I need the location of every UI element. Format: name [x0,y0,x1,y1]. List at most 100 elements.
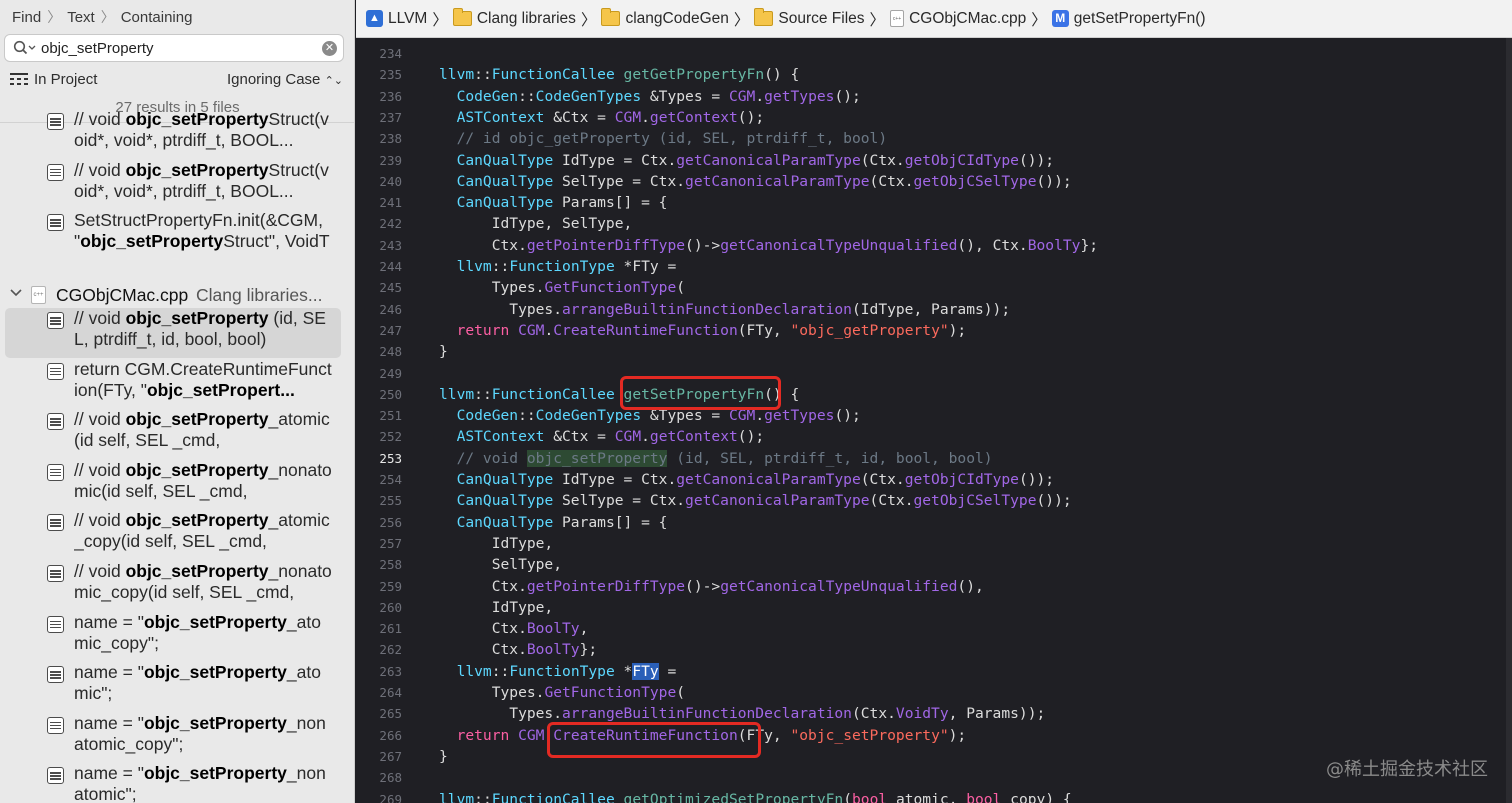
code-line[interactable]: 253 // void objc_setProperty (id, SEL, p… [356,448,1512,469]
result-match: objc_setProperty [143,712,287,733]
code-line[interactable]: 259 Ctx.getPointerDiffType()->getCanonic… [356,576,1512,597]
code-line[interactable]: 240 CanQualType SelType = Ctx.getCanonic… [356,171,1512,192]
code-line[interactable]: 246 Types.arrangeBuiltinFunctionDeclarat… [356,299,1512,320]
jump-bar-folder-clang-libraries[interactable]: Clang libraries [452,8,576,28]
jump-bar-folder-source-files[interactable]: Source Files [754,8,865,28]
code-line[interactable]: 263 llvm::FunctionType *FTy = [356,661,1512,682]
code-token: ( [843,790,852,803]
code-line[interactable]: 238 // id objc_getProperty (id, SEL, ptr… [356,128,1512,149]
search-result-text: name = "objc_setProperty_nonatomic_copy"… [74,713,334,759]
code-token: getGetPropertyFn [623,66,765,84]
code-line[interactable]: 248} [356,341,1512,362]
code-line[interactable]: 269 llvm::FunctionCallee getOptimizedSetP… [356,789,1512,803]
code-token: CGM [518,321,545,339]
code-line[interactable]: 258 SelType, [356,554,1512,575]
line-number: 237 [379,109,402,125]
scope-bar: In Project Ignoring Case ⌃⌄ [0,66,354,92]
code-line[interactable]: 243 Ctx.getPointerDiffType()->getCanonic… [356,235,1512,256]
code-line[interactable]: 244 llvm::FunctionType *FTy = [356,256,1512,277]
code-line[interactable]: 264 Types.GetFunctionType( [356,682,1512,703]
code-line[interactable]: 254 CanQualType IdType = Ctx.getCanonica… [356,469,1512,490]
code-token: CGM [518,726,545,744]
line-number: 264 [379,685,402,700]
scope-button[interactable]: In Project [34,71,97,88]
code-token: ()); [1036,492,1072,510]
code-line[interactable]: 266 return CGM.CreateRuntimeFunction(FTy… [356,725,1512,746]
search-result-item[interactable]: name = "objc_setProperty_nonatomic_copy"… [5,713,341,763]
code-line[interactable]: 242 IdType, SelType, [356,213,1512,234]
code-token: // id objc_getProperty (id, SEL, ptrdiff… [456,130,888,148]
code-token: ()); [1018,151,1055,169]
search-field[interactable]: ✕ [4,34,344,62]
code-line[interactable]: 255 CanQualType SelType = Ctx.getCanonic… [356,490,1512,511]
search-result-item[interactable]: return CGM.CreateRuntimeFunction(FTy, "o… [5,359,341,409]
clear-search-icon[interactable]: ✕ [322,41,337,56]
code-token: getObjCIdType [904,471,1019,488]
chevron-down-icon[interactable] [10,287,22,299]
code-line[interactable]: 249 [356,363,1512,384]
code-token: getPointerDiffType [526,236,686,254]
search-result-item[interactable]: // void objc_setProperty (id, SEL, ptrdi… [5,308,341,358]
jump-bar-file[interactable]: c++ CGObjCMac.cpp [890,10,1026,28]
code-line[interactable]: 236 CodeGen::CodeGenTypes &Types = CGM.g… [356,86,1512,107]
code-token: } [439,343,448,361]
code-line[interactable]: 265 Types.arrangeBuiltinFunctionDeclarat… [356,703,1512,724]
search-result-item[interactable]: // void objc_setProperty_nonatomic(id se… [5,460,341,510]
code-line[interactable]: 235 llvm::FunctionCallee getGetPropertyFn… [356,64,1512,85]
search-result-text: // void objc_setPropertyStruct(void*, vo… [74,160,334,206]
code-line[interactable]: 262 Ctx.BoolTy}; [356,639,1512,660]
find-kind-popup[interactable]: Text [67,9,95,26]
code-token: FunctionType [509,662,615,680]
jump-bar-folder-clangcodegen[interactable]: clangCodeGen [601,8,729,28]
search-result-item[interactable]: // void objc_setPropertyStruct(void*, vo… [5,109,341,159]
search-result-item[interactable]: name = "objc_setProperty_atomic"; [5,662,341,712]
code-line[interactable]: 256 CanQualType Params[] = { [356,512,1512,533]
code-line[interactable]: 257 IdType, [356,533,1512,554]
code-token: llvm [456,662,492,680]
code-text: CanQualType SelType = Ctx.getCanonicalPa… [439,171,1072,192]
search-input[interactable] [41,39,321,57]
search-result-text: // void objc_setProperty_atomic(id self,… [74,409,334,455]
file-group-cgobjcmac[interactable]: c++ CGObjCMac.cpp Clang libraries... [0,283,354,307]
code-line[interactable]: 241 CanQualType Params[] = { [356,192,1512,213]
code-token: (id, SEL, ptrdiff_t, id, bool, bool) [667,449,993,467]
code-token: CanQualType [456,172,554,190]
code-line[interactable]: 245 Types.GetFunctionType( [356,277,1512,298]
code-line[interactable]: 239 CanQualType IdType = Ctx.getCanonica… [356,150,1512,171]
code-line[interactable]: 251 CodeGen::CodeGenTypes &Types = CGM.g… [356,405,1512,426]
code-token: (), Ctx. [957,236,1028,254]
search-result-item[interactable]: SetStructPropertyFn.init(&CGM, "objc_set… [5,210,341,260]
code-line[interactable]: 261 Ctx.BoolTy, [356,618,1512,639]
code-line[interactable]: 234 [356,43,1512,64]
search-result-item[interactable]: // void objc_setProperty_atomic_copy(id … [5,510,341,560]
code-token: "objc_setProperty" [790,726,949,744]
find-match-popup[interactable]: Containing [121,9,193,26]
code-line[interactable]: 247 return CGM.CreateRuntimeFunction(FTy… [356,320,1512,341]
search-result-item[interactable]: name = "objc_setProperty_atomic_copy"; [5,612,341,662]
search-result-item[interactable]: name = "objc_setProperty_nonatomic"; [5,763,341,803]
code-line[interactable]: 260 IdType, [356,597,1512,618]
code-text: } [439,341,448,362]
code-area[interactable]: 234 235 llvm::FunctionCallee getGetPropert… [356,38,1512,803]
code-text: Ctx.getPointerDiffType()->getCanonicalTy… [439,576,984,597]
search-result-item[interactable]: // void objc_setProperty_nonatomic_copy(… [5,561,341,611]
code-line[interactable]: 237 ASTContext &Ctx = CGM.getContext(); [356,107,1512,128]
search-icon[interactable] [13,40,37,56]
search-result-item[interactable]: // void objc_setProperty_atomic(id self,… [5,409,341,459]
code-token: bool [852,790,888,803]
jump-bar-project[interactable]: ▲ LLVM [366,10,427,28]
code-line[interactable]: 252 ASTContext &Ctx = CGM.getContext(); [356,426,1512,447]
code-line[interactable]: 250 llvm::FunctionCallee getSetPropertyFn… [356,384,1512,405]
jump-bar-symbol[interactable]: M getSetPropertyFn() [1051,10,1206,28]
case-option-popup[interactable]: Ignoring Case ⌃⌄ [227,71,343,88]
find-mode-popup[interactable]: Find [12,9,41,26]
search-result-item[interactable]: // void objc_setPropertyStruct(void*, vo… [5,160,341,210]
vertical-scrollbar[interactable] [1506,38,1512,803]
code-token: Types. [439,279,545,297]
code-token: ASTContext [456,428,545,446]
chevron-right-icon: 〉 [100,9,115,25]
